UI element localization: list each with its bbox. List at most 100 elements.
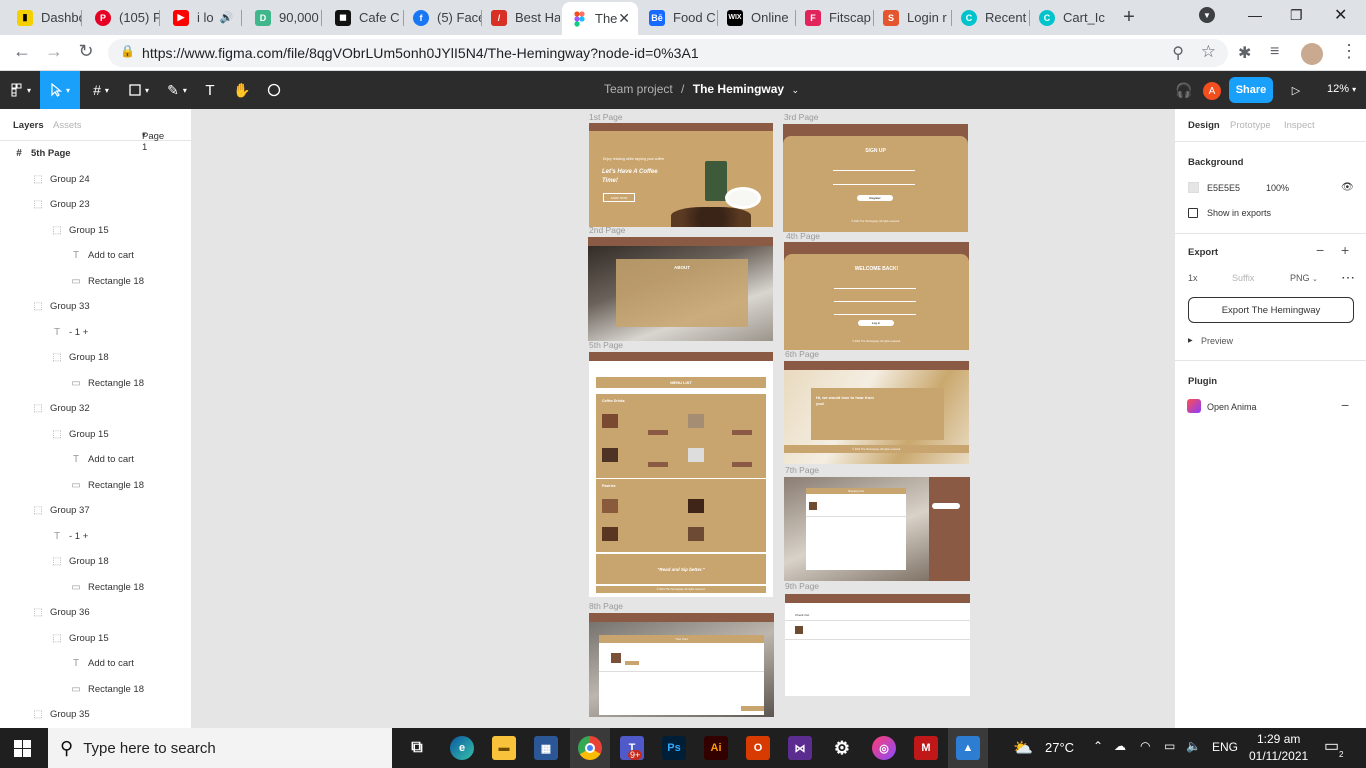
media-queue-icon[interactable]: ≡ <box>1270 43 1279 61</box>
browser-tab-14[interactable]: C Cart_Ic <box>1030 3 1108 32</box>
tab-design[interactable]: Design <box>1188 120 1220 131</box>
layer-row[interactable]: ⬚ Group 15 <box>0 218 191 243</box>
layer-row[interactable]: ⬚ Group 15 <box>0 422 191 447</box>
frame-6th-page[interactable]: Hi, we would love to hear from you! © 20… <box>784 361 969 464</box>
share-button[interactable]: Share <box>1229 77 1273 103</box>
frame-label[interactable]: 3rd Page <box>784 112 819 122</box>
browser-tab-6[interactable]: f (5) Face <box>404 3 482 32</box>
remove-plugin-icon[interactable]: − <box>1341 397 1349 413</box>
minimize-icon[interactable]: — <box>1248 7 1262 23</box>
layer-row[interactable]: ⬚ Group 32 <box>0 396 191 421</box>
layer-row[interactable]: #5th Page <box>0 141 191 166</box>
zoom-icon[interactable]: ⚲ <box>1172 43 1184 63</box>
browser-tab-9[interactable]: Bē Food C <box>640 3 718 32</box>
visual-studio-icon[interactable]: ⋈ <box>788 736 812 760</box>
layer-row[interactable]: ▭ Rectangle 18 <box>0 371 191 396</box>
tab-inspect[interactable]: Inspect <box>1284 120 1315 131</box>
layer-row[interactable]: ▭ Rectangle 18 <box>0 575 191 600</box>
chevron-down-icon[interactable]: ⌄ <box>791 85 799 95</box>
tab-assets[interactable]: Assets <box>53 120 82 131</box>
frame-label[interactable]: 4th Page <box>786 231 820 241</box>
clock-date[interactable]: 01/11/2021 <box>1249 749 1308 763</box>
move-tool-icon[interactable]: ▾ <box>40 71 80 109</box>
frame-8th-page[interactable]: Your Cart <box>589 613 774 717</box>
store-icon[interactable]: ▦ <box>534 736 558 760</box>
layer-row[interactable]: ⬚ Group 18 <box>0 345 191 370</box>
extensions-puzzle-icon[interactable]: ✱ <box>1238 43 1251 63</box>
creative-cloud-icon[interactable]: ◎ <box>872 736 896 760</box>
export-button[interactable]: Export The Hemingway <box>1188 297 1354 323</box>
chrome-icon[interactable] <box>578 736 602 760</box>
weather-temperature[interactable]: 27°C <box>1045 740 1074 755</box>
browser-tab-7[interactable]: / Best Ha <box>482 3 560 32</box>
browser-tab-1[interactable]: ▮ Dashbo <box>8 3 82 32</box>
back-icon[interactable]: ← <box>10 41 34 62</box>
photos-icon[interactable]: ▲ <box>956 736 980 760</box>
browser-tab-10[interactable]: WIX Online <box>718 3 796 32</box>
clock-time[interactable]: 1:29 am <box>1257 732 1300 746</box>
browser-tab-4[interactable]: D 90,000 <box>246 3 322 32</box>
tab-search-icon[interactable]: ▼ <box>1199 7 1215 23</box>
frame-3rd-page[interactable]: SIGN UP Register © 2021 The Hemingway. A… <box>783 124 968 232</box>
layer-row[interactable]: ⬚ Group 24 <box>0 167 191 192</box>
frame-2nd-page[interactable]: ABOUT <box>588 237 773 341</box>
tab-layers[interactable]: Layers <box>13 120 44 131</box>
layer-row[interactable]: ▭ Rectangle 18 <box>0 473 191 498</box>
file-name[interactable]: The Hemingway <box>693 82 784 96</box>
breadcrumb-team[interactable]: Team project <box>604 82 673 96</box>
layer-row[interactable]: ⬚ Group 15 <box>0 626 191 651</box>
frame-label[interactable]: 2nd Page <box>589 225 625 235</box>
background-opacity-input[interactable]: 100% <box>1266 183 1289 193</box>
remove-export-icon[interactable]: − <box>1316 242 1324 258</box>
user-avatar[interactable]: A <box>1203 82 1221 100</box>
frame-label[interactable]: 8th Page <box>589 601 623 611</box>
audio-headphones-icon[interactable]: 🎧 <box>1174 71 1194 109</box>
settings-gear-icon[interactable]: ⚙ <box>830 736 854 760</box>
forward-icon[interactable]: → <box>42 41 66 62</box>
browser-tab-3[interactable]: ▶ i lo 🔊 <box>164 3 242 32</box>
close-tab-icon[interactable]: ✕ <box>618 10 630 27</box>
layer-row[interactable]: T - 1 + <box>0 524 191 549</box>
illustrator-icon[interactable]: Ai <box>704 736 728 760</box>
frame-1st-page[interactable]: Enjoy relaxing while sipping your coffee… <box>589 123 773 227</box>
hand-tool-icon[interactable]: ✋ <box>230 71 254 109</box>
caret-right-icon[interactable]: ▶ <box>1188 337 1193 344</box>
preview-toggle[interactable]: Preview <box>1201 336 1233 346</box>
comment-tool-icon[interactable] <box>262 71 286 109</box>
frame-9th-page[interactable]: Check Out <box>785 594 970 696</box>
show-in-exports-checkbox[interactable] <box>1188 208 1198 218</box>
export-scale-input[interactable]: 1x <box>1188 273 1198 283</box>
frame-7th-page[interactable]: Shopping Cart <box>784 477 970 581</box>
frame-tool-icon[interactable]: # ▾ <box>84 71 118 109</box>
shape-tool-icon[interactable]: ▾ <box>122 71 156 109</box>
reload-icon[interactable]: ↻ <box>74 41 98 62</box>
layer-row[interactable]: T Add to cart <box>0 243 191 268</box>
layer-row[interactable]: T Add to cart <box>0 447 191 472</box>
taskbar-search-box[interactable]: ⚲ Type here to search <box>48 728 392 768</box>
layer-row[interactable]: ⬚ Group 36 <box>0 600 191 625</box>
frame-label[interactable]: 5th Page <box>589 340 623 350</box>
text-tool-icon[interactable]: T <box>198 71 222 109</box>
onedrive-icon[interactable]: ☁ <box>1114 739 1126 753</box>
frame-5th-page[interactable]: MENU LIST Coffee Drinks Pastries "Read a… <box>589 352 773 597</box>
volume-icon[interactable]: 🔈 <box>1186 739 1201 753</box>
mcafee-icon[interactable]: M <box>914 736 938 760</box>
export-settings-more-icon[interactable]: ⋯ <box>1341 269 1355 286</box>
photoshop-icon[interactable]: Ps <box>662 736 686 760</box>
layer-row[interactable]: ⬚ Group 37 <box>0 498 191 523</box>
browser-tab-13[interactable]: C Recent <box>952 3 1030 32</box>
browser-tab-11[interactable]: F Fitscap <box>796 3 874 32</box>
task-view-icon[interactable]: ⧉ <box>405 736 429 760</box>
chrome-menu-icon[interactable]: ⋮ <box>1340 41 1358 62</box>
background-color-swatch[interactable] <box>1188 182 1199 193</box>
layer-row[interactable]: ⬚ Group 18 <box>0 549 191 574</box>
layer-row[interactable]: ⬚ Group 23 <box>0 192 191 217</box>
lock-icon[interactable]: 🔒 <box>120 44 135 58</box>
export-format-select[interactable]: PNG ⌄ <box>1290 273 1318 283</box>
office-icon[interactable]: O <box>746 736 770 760</box>
frame-4th-page[interactable]: WELCOME BACK! Log in © 2021 The Hemingwa… <box>784 242 969 350</box>
url-text[interactable]: https://www.figma.com/file/8qgVObrLUm5on… <box>142 45 699 61</box>
chevron-up-icon[interactable]: ⌃ <box>1093 739 1103 753</box>
language-indicator[interactable]: ENG <box>1212 740 1238 754</box>
pen-tool-icon[interactable]: ✎ ▾ <box>160 71 194 109</box>
